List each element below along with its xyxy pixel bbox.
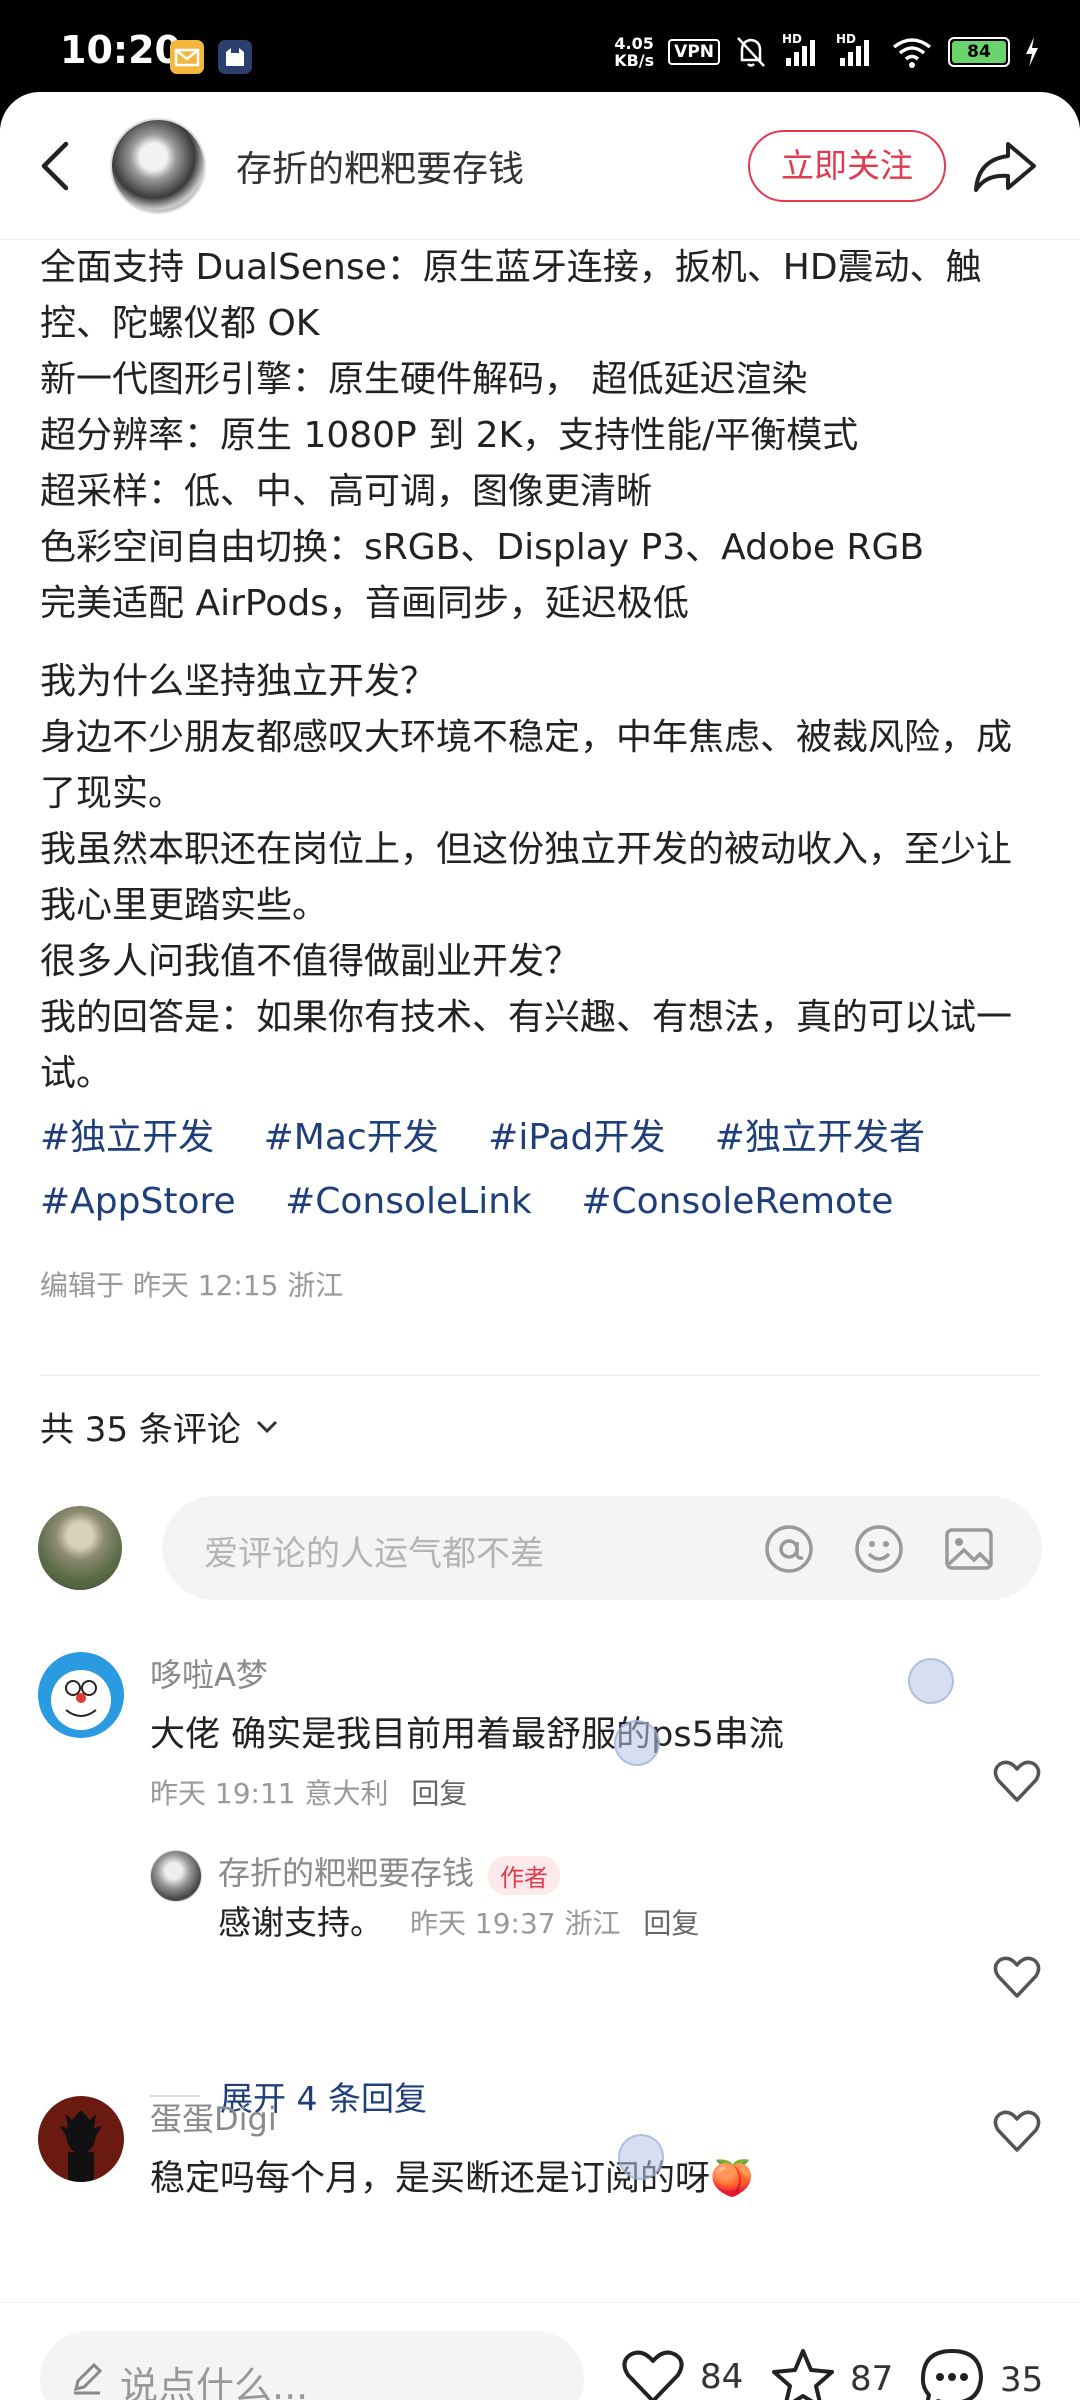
edited-time: 编辑于 昨天 12:15 浙江 [40,1269,344,1302]
comment-meta: 昨天 19:11 意大利 回复 [150,1772,467,1812]
like-button[interactable]: 84 [620,2347,743,2400]
heart-icon[interactable] [992,1954,1042,2000]
wifi-icon [892,38,932,68]
touch-indicator [618,2134,664,2180]
reply-author-name-row: 存折的粑粑要存钱 作者 [218,1848,561,1895]
bottom-input-placeholder: 说点什么... [120,2364,309,2400]
author-badge: 作者 [488,1855,561,1895]
pencil-icon [73,2362,103,2395]
comment-count-sort[interactable]: 共 35 条评论 [40,1402,279,1451]
comment-input-placeholder: 爱评论的人运气都不差 [204,1534,544,1574]
reply-author-name[interactable]: 存折的粑粑要存钱 [218,1854,474,1892]
comments-count: 35 [1000,2360,1044,2400]
heart-icon[interactable] [992,2108,1042,2154]
comment-count-label: 共 35 条评论 [40,1410,241,1450]
reply-author-avatar[interactable] [150,1850,202,1902]
heart-icon[interactable] [992,1758,1042,1804]
commenter-avatar[interactable] [38,1652,124,1738]
image-icon[interactable] [942,1522,996,1576]
reply-button[interactable]: 回复 [643,1907,699,1940]
like-count: 84 [700,2357,744,2397]
bottom-comment-input[interactable]: 说点什么... [40,2331,584,2400]
comments-button[interactable]: 35 [918,2347,1043,2400]
comment-time: 昨天 19:11 意大利 [150,1777,389,1810]
mail-notification-icon [170,40,204,74]
bottom-action-bar: 说点什么... 84 87 35 [0,2302,1080,2400]
star-icon [772,2349,834,2400]
author-avatar[interactable] [110,118,206,214]
hashtag-link[interactable]: #ConsoleRemote [581,1181,893,1222]
heart-icon [622,2350,684,2400]
touch-indicator [908,1658,954,1704]
favorite-button[interactable]: 87 [770,2347,893,2400]
post-paragraph-features: 全面支持 DualSense：原生蓝牙连接，扳机、HD震动、触控、陀螺仪都 OK… [40,247,982,624]
chevron-down-icon [256,1420,277,1433]
comment-bubble-icon [920,2349,983,2400]
status-bar: 10:20 4.05 KB/s VPN HD HD 84 [0,0,1080,100]
divider [40,1374,1040,1376]
author-name[interactable]: 存折的粑粑要存钱 [236,140,524,192]
status-time: 10:20 [60,28,181,72]
vpn-indicator: VPN [668,39,720,65]
comment-text[interactable]: 感谢支持。 [218,1896,383,1944]
my-avatar [38,1506,122,1590]
commenter-name[interactable]: 哆啦A梦 [150,1650,268,1696]
comment-meta: 昨天 19:37 浙江 回复 [410,1902,699,1942]
hashtag-link[interactable]: #iPad开发 [488,1117,665,1158]
hashtag-link[interactable]: #ConsoleLink [285,1181,532,1222]
hashtag-link[interactable]: #独立开发者 [715,1117,925,1158]
share-icon[interactable] [970,136,1040,196]
post-paragraph-why: 我为什么坚持独立开发？ 身边不少朋友都感叹大环境不稳定，中年焦虑、被裁风险，成了… [40,661,1013,1094]
reply-button[interactable]: 回复 [411,1777,467,1810]
charging-icon [1026,37,1038,67]
comment-time: 昨天 19:37 浙江 [410,1907,621,1940]
hashtag-link[interactable]: #AppStore [40,1181,236,1222]
back-icon[interactable] [36,138,76,194]
top-bar: 存折的粑粑要存钱 立即关注 [0,92,1080,240]
signal-icon-2: HD [836,32,876,68]
note-detail-page: 存折的粑粑要存钱 立即关注 全面支持 DualSense：原生蓝牙连接，扳机、H… [0,92,1080,2400]
touch-indicator [614,1720,660,1766]
commenter-avatar[interactable] [38,2096,124,2182]
post-content: 全面支持 DualSense：原生蓝牙连接，扳机、HD震动、触控、陀螺仪都 OK… [40,240,1040,1304]
battery-icon: 84 [948,37,1010,67]
hashtag-link[interactable]: #独立开发 [40,1117,214,1158]
mention-icon[interactable] [762,1522,816,1576]
follow-button[interactable]: 立即关注 [748,130,946,202]
emoji-icon[interactable] [852,1522,906,1576]
commenter-name[interactable]: 蛋蛋Digi [150,2094,277,2140]
network-speed: 4.05 KB/s [614,34,655,70]
comment-input[interactable]: 爱评论的人运气都不差 [162,1496,1042,1600]
signal-icon-1: HD [782,32,822,68]
hashtag-link[interactable]: #Mac开发 [264,1117,439,1158]
app-notification-icon [218,40,252,74]
hashtags: #独立开发 #Mac开发 #iPad开发 #独立开发者 #AppStore #C… [40,1106,1040,1234]
comment-text[interactable]: 大佬 确实是我目前用着最舒服的ps5串流 [150,1706,784,1757]
bell-muted-icon [737,37,765,67]
favorite-count: 87 [850,2359,894,2399]
